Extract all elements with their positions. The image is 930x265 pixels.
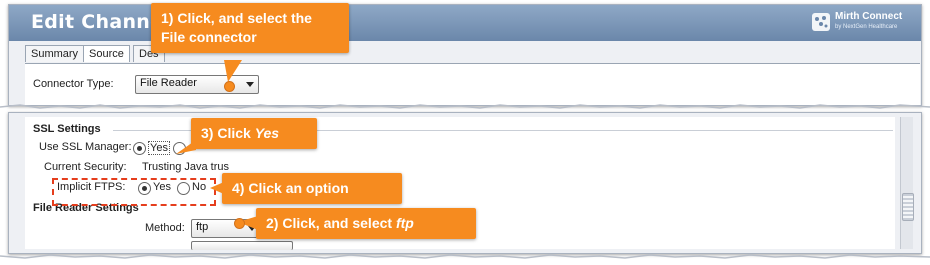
source-tab-content: Connector Type: File Reader [25, 63, 920, 105]
use-ssl-yes-label[interactable]: Yes [148, 141, 170, 155]
implicit-ftps-highlight [52, 178, 216, 206]
callout-2-text: 2) Click, and select [266, 215, 396, 231]
use-ssl-yes-radio[interactable] [133, 142, 146, 155]
logo-subtitle: by NextGen Healthcare [835, 24, 898, 30]
current-security-value: Trusting Java trus [142, 161, 230, 173]
callout-step-1: 1) Click, and select the File connector [151, 3, 349, 53]
callout-step-4: 4) Click an option [222, 173, 402, 204]
tab-summary[interactable]: Summary [25, 45, 85, 62]
callout-2-target-dot [234, 218, 245, 229]
use-ssl-manager-label: Use SSL Manager: [39, 141, 132, 153]
callout-step-2: 2) Click, and select ftp [256, 208, 476, 239]
method-value: ftp [196, 221, 209, 233]
logo-icon [812, 13, 830, 31]
scrollbar-thumb[interactable] [902, 193, 914, 221]
callout-4-pointer [210, 182, 224, 194]
callout-3-emphasis: Yes [254, 125, 280, 141]
logo-name: Mirth Connect [835, 11, 903, 22]
ssl-settings-title: SSL Settings [33, 123, 101, 135]
settings-scrollbar[interactable] [900, 117, 914, 249]
callout-step-3: 3) Click Yes [191, 118, 317, 149]
callout-3-pointer [176, 140, 196, 154]
channel-editor-header-panel: Edit Channel Mirth Connect by NextGen He… [8, 4, 922, 106]
chevron-down-icon [246, 82, 254, 87]
tab-source[interactable]: Source [83, 45, 130, 62]
method-label: Method: [145, 222, 185, 234]
connector-type-label: Connector Type: [33, 78, 114, 90]
callout-3-text: 3) Click [201, 125, 255, 141]
next-field-partial [191, 241, 293, 250]
current-security-label: Current Security: [44, 161, 127, 173]
callout-1-target-dot [224, 81, 235, 92]
callout-1-pointer [224, 60, 242, 82]
torn-bottom-edge [0, 254, 930, 259]
title-bar: Edit Channel Mirth Connect by NextGen He… [9, 5, 921, 41]
callout-2-emphasis: ftp [395, 215, 414, 231]
connector-type-value: File Reader [140, 77, 197, 89]
mirth-connect-logo: Mirth Connect by NextGen Healthcare [811, 10, 911, 36]
window-title: Edit Channel [31, 11, 171, 33]
torn-edge-divider [0, 104, 930, 109]
